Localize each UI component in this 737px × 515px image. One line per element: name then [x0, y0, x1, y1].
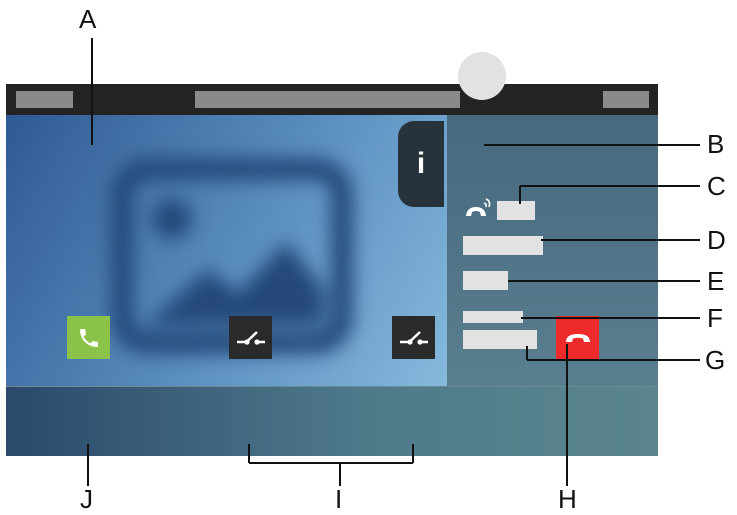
callout-lines — [87, 38, 700, 486]
callout-label-i: I — [335, 484, 343, 514]
callout-label-d: D — [707, 225, 726, 255]
callout-label-b: B — [707, 129, 725, 159]
callout-label-g: G — [705, 345, 726, 375]
callout-label-j: J — [80, 484, 93, 514]
callout-label-f: F — [707, 303, 723, 333]
callout-label-c: C — [707, 171, 726, 201]
callout-label-a: A — [79, 4, 97, 34]
callout-label-e: E — [707, 266, 725, 296]
callout-label-h: H — [558, 484, 577, 514]
